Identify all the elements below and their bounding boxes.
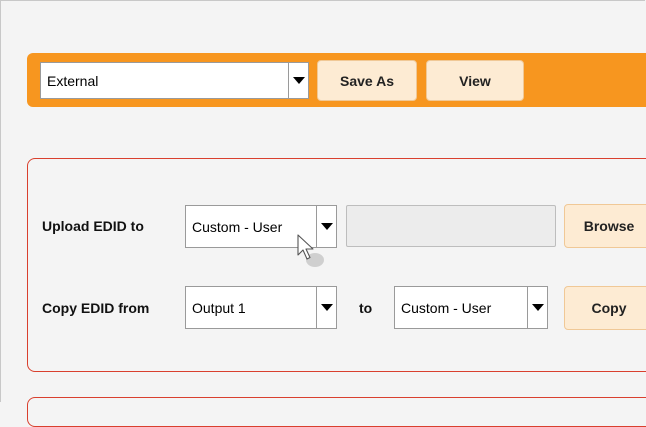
next-panel	[27, 397, 646, 427]
upload-file-field[interactable]	[346, 205, 556, 247]
dropdown-arrow-icon[interactable]	[288, 63, 308, 98]
to-label: to	[359, 300, 373, 316]
copy-source-select[interactable]: Output 1	[185, 286, 337, 329]
copy-target-select[interactable]: Custom - User	[394, 286, 548, 329]
view-button[interactable]: View	[426, 60, 524, 101]
edid-toolbar: External Save As View	[27, 53, 646, 107]
edid-source-select[interactable]: External	[40, 62, 309, 99]
save-as-button[interactable]: Save As	[317, 60, 417, 101]
browse-button[interactable]: Browse	[564, 204, 646, 248]
mouse-pointer-icon	[297, 234, 324, 267]
copy-button[interactable]: Copy	[564, 286, 646, 330]
dropdown-arrow-icon[interactable]	[527, 287, 547, 328]
edid-operations-panel: Upload EDID to Custom - User Browse Copy…	[27, 158, 646, 372]
edid-source-value: External	[47, 72, 99, 89]
dropdown-arrow-icon[interactable]	[316, 287, 336, 328]
copy-source-value: Output 1	[192, 299, 246, 316]
upload-edid-label: Upload EDID to	[42, 218, 144, 234]
copy-edid-label: Copy EDID from	[42, 300, 150, 316]
copy-target-value: Custom - User	[401, 299, 492, 316]
